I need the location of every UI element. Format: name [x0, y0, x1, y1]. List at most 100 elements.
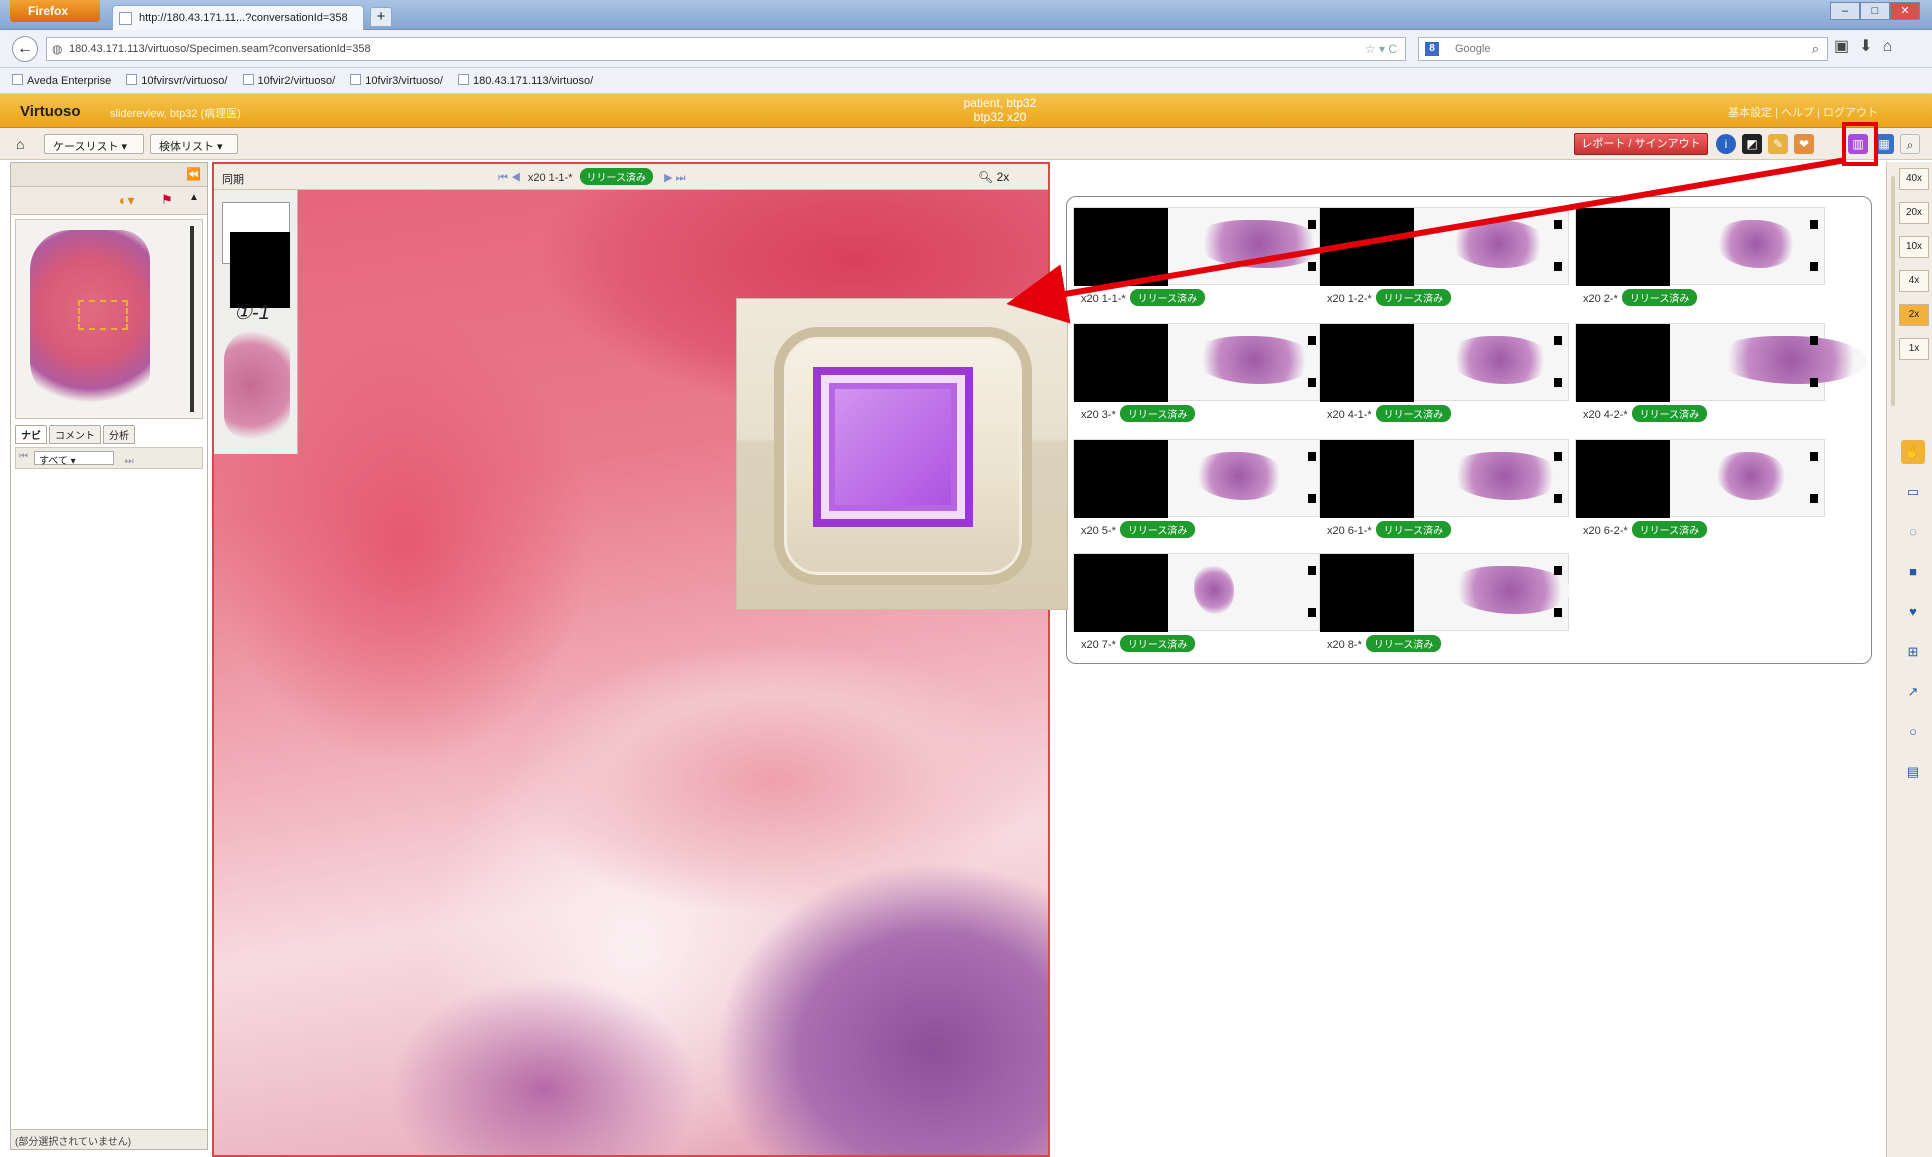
browser-tab[interactable]: http://180.43.171.11...?conversationId=3… [112, 5, 364, 30]
page-favicon-icon [119, 12, 132, 25]
arrow-icon[interactable]: ↗ [1901, 680, 1925, 704]
download-icon[interactable]: ⬇ [1859, 38, 1882, 55]
slide-thumbnail[interactable] [1319, 553, 1570, 632]
slide-thumbnail[interactable] [1575, 323, 1866, 402]
slide-card[interactable]: x20 4-1-* リリース済み [1319, 323, 1569, 433]
next-page-icon[interactable]: ⏭ [125, 456, 134, 467]
report-signout-button[interactable]: レポート / サインアウト [1574, 133, 1708, 155]
search-icon[interactable]: ⌕ [1900, 134, 1920, 154]
bookmarks-menu-icon[interactable]: ▣ [1834, 38, 1859, 55]
minimize-icon[interactable]: – [1830, 2, 1860, 20]
zoom-level-button[interactable]: 10x [1899, 236, 1929, 258]
slide-thumbnail[interactable] [1319, 323, 1569, 402]
slide-label: x20 2-* [1583, 293, 1618, 305]
text-box-icon[interactable]: ▤ [1901, 760, 1925, 784]
scroll-up-icon[interactable]: ▲ [189, 192, 199, 203]
circle-icon[interactable]: ○ [1901, 720, 1925, 744]
palette-icon[interactable]: ◐▾ [119, 192, 134, 209]
status-badge: リリース済み [1365, 635, 1442, 652]
specimen-list-dropdown[interactable]: 検体リスト ▾ [150, 134, 238, 154]
bookmark-item[interactable]: 10fvir2/virtuoso/ [242, 74, 342, 87]
next-slide-icon[interactable]: ▶ ⏭ [664, 172, 685, 184]
fill-rect-icon[interactable]: ■ [1901, 560, 1925, 584]
status-badge: リリース済み [1119, 405, 1196, 422]
slide-tissue [1450, 336, 1550, 384]
maximize-icon[interactable]: □ [1860, 2, 1890, 20]
slide-card[interactable]: x20 3-* リリース済み [1073, 323, 1323, 433]
tab-navi[interactable]: ナビ [15, 425, 47, 444]
slide-thumbnail[interactable] [1575, 207, 1825, 286]
viewer-header: 同期 ⏮ ◀ x20 1-1-* リリース済み ▶ ⏭ 🔍︎ 2x [214, 164, 1048, 190]
bookmark-item[interactable]: 10fvir3/virtuoso/ [350, 74, 449, 87]
tab-analysis[interactable]: 分析 [103, 425, 135, 444]
overview-thumbnail[interactable] [15, 219, 203, 419]
lasso-icon[interactable]: ◌ [1901, 520, 1925, 544]
slide-tissue [1716, 452, 1786, 500]
zoom-level-button[interactable]: 20x [1899, 202, 1929, 224]
prev-slide-icon[interactable]: ⏮ ◀ [498, 172, 521, 184]
filter-select[interactable]: すべて ▾ [34, 451, 114, 467]
search-bar[interactable]: 8 Google ⌕ [1418, 37, 1828, 61]
google-icon[interactable]: 8 [1425, 42, 1439, 56]
bookmark-item[interactable]: 180.43.171.113/virtuoso/ [457, 74, 599, 87]
sync-checkbox[interactable]: 同期 [222, 171, 244, 187]
close-icon[interactable]: ✕ [1890, 2, 1920, 20]
slide-thumbnail[interactable] [1575, 439, 1825, 518]
slide-card[interactable]: x20 8-* リリース済み [1319, 553, 1570, 663]
slide-thumbnail[interactable] [1319, 439, 1569, 518]
slide-card[interactable]: x20 1-2-* リリース済み [1319, 207, 1569, 317]
header-links[interactable]: 基本設定 | ヘルプ | ログアウト [1728, 104, 1878, 120]
zoom-level-button[interactable]: 4x [1899, 270, 1929, 292]
slide-card[interactable]: x20 6-2-* リリース済み [1575, 439, 1825, 549]
zoom-level-button[interactable]: 2x [1899, 304, 1929, 326]
zoom-slider-track[interactable] [1891, 176, 1895, 406]
slide-thumbnail[interactable] [1073, 439, 1323, 518]
color-icon[interactable]: ◩ [1742, 134, 1762, 154]
case-list-dropdown[interactable]: ケースリスト ▾ [44, 134, 144, 154]
right-tool-strip: 40x 20x 10x 4x 2x 1x ✋ ▭ ◌ ■ ♥ ⊞ ↗ ○ ▤ [1886, 162, 1932, 1157]
slide-thumbnail[interactable] [1073, 553, 1323, 632]
pan-icon[interactable]: ✋ [1901, 440, 1925, 464]
slide-label: x20 7-* [1081, 639, 1116, 651]
slide-marker [1810, 336, 1818, 345]
first-page-icon[interactable]: ⏮ [19, 451, 28, 462]
slide-label: x20 1-2-* [1327, 293, 1372, 305]
slide-thumbnail[interactable] [1319, 207, 1569, 286]
bookmark-item[interactable]: 10fvirsvr/virtuoso/ [126, 74, 233, 87]
back-button[interactable]: ← [12, 36, 38, 62]
collapse-panel-icon[interactable]: ⏪ [186, 167, 201, 181]
site-identity-icon[interactable]: ◍ [52, 42, 62, 56]
zoom-level-button[interactable]: 1x [1899, 338, 1929, 360]
slide-marker [1308, 608, 1316, 617]
flag-icon[interactable]: ⚑ [161, 192, 173, 208]
slide-label: x20 3-* [1081, 409, 1116, 421]
viewer-zoom[interactable]: 🔍︎ 2x [978, 170, 1009, 184]
bookmark-star-icon[interactable]: ☆ ▾ C [1365, 42, 1397, 56]
zoom-level-button[interactable]: 40x [1899, 168, 1929, 190]
blob-icon[interactable]: ♥ [1901, 600, 1925, 624]
viewport-indicator[interactable] [78, 300, 128, 330]
slide-card[interactable]: x20 7-* リリース済み [1073, 553, 1323, 663]
slide-thumbnail[interactable] [1073, 207, 1324, 286]
slide-card[interactable]: x20 6-1-* リリース済み [1319, 439, 1569, 549]
tab-comment[interactable]: コメント [49, 425, 101, 444]
new-tab-button[interactable]: + [370, 7, 392, 27]
info-icon[interactable]: i [1716, 134, 1736, 154]
bookmark-item[interactable]: Aveda Enterprise [12, 74, 117, 87]
panel-status: (部分選択されていません) [11, 1129, 207, 1149]
ruler-icon[interactable]: ⊞ [1901, 640, 1925, 664]
firefox-menu-button[interactable]: Firefox [10, 0, 100, 22]
annotation-icon[interactable]: ✎ [1768, 134, 1788, 154]
url-bar[interactable]: ◍ 180.43.171.113/virtuoso/Specimen.seam?… [46, 37, 1406, 61]
home-icon[interactable]: ⌂ [1883, 38, 1903, 55]
bookmark-icon [12, 74, 23, 85]
slide-card[interactable]: x20 5-* リリース済み [1073, 439, 1323, 549]
tag-icon[interactable]: ❤ [1794, 134, 1814, 154]
rectangle-icon[interactable]: ▭ [1901, 480, 1925, 504]
slide-card[interactable]: x20 2-* リリース済み [1575, 207, 1825, 317]
search-icon[interactable]: ⌕ [1812, 41, 1819, 57]
slide-thumbnail[interactable] [1073, 323, 1323, 402]
slide-card[interactable]: x20 1-1-* リリース済み [1073, 207, 1324, 317]
home-icon[interactable]: ⌂ [16, 136, 24, 152]
slide-card[interactable]: x20 4-2-* リリース済み [1575, 323, 1866, 433]
